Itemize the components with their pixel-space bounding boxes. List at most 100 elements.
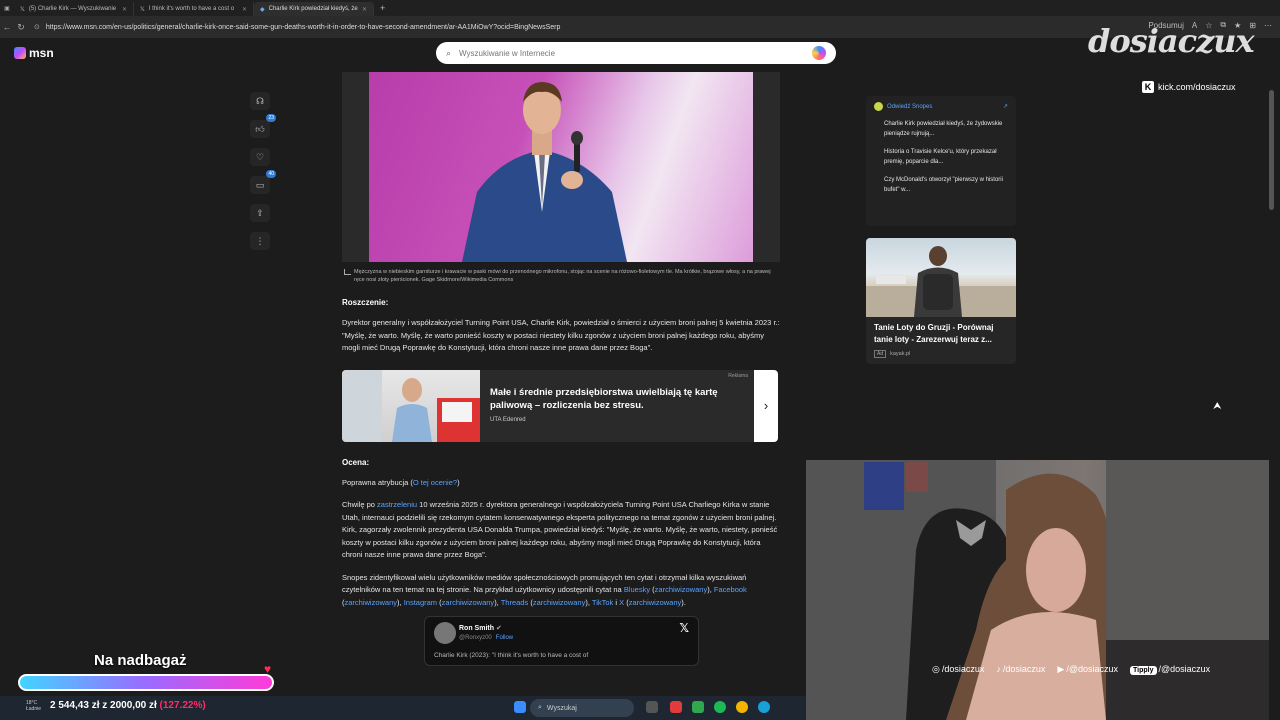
weather-widget[interactable]: 18°C Ładnie: [26, 700, 41, 712]
sidebar-ad-title[interactable]: Tanie Loty do Gruzji - Porównaj tanie lo…: [866, 317, 1016, 346]
tweet-text: Charlie Kirk (2023): "I think it's worth…: [434, 652, 589, 659]
windows-start-icon[interactable]: [514, 701, 526, 713]
close-tab-icon[interactable]: ✕: [242, 6, 247, 13]
page-scrollbar[interactable]: [1269, 90, 1274, 210]
speaker-photo: [462, 82, 627, 262]
sidebar-ad-image: [866, 238, 1016, 317]
shooting-link[interactable]: zastrzeleniu: [377, 500, 417, 509]
snopes-header[interactable]: Odwiedź Snopes ↗: [874, 102, 1008, 111]
like-button[interactable]: 👍︎ 23: [250, 114, 276, 138]
embedded-tweet[interactable]: Ron Smith ✔ @Ronxyz00 Follow 𝕏 Charlie Ki…: [424, 616, 699, 666]
ad-label: Reklama: [728, 372, 748, 379]
verified-icon: ✔: [495, 625, 502, 632]
search-input[interactable]: [459, 48, 804, 58]
instagram-social: ◎/dosiaczux: [932, 664, 984, 675]
kick-logo-icon: K: [1142, 81, 1154, 93]
ad-badge: Ad: [874, 350, 887, 358]
archived-link[interactable]: zarchiwizowany: [629, 598, 682, 607]
about-rating-link[interactable]: O tej ocenie?: [413, 478, 457, 487]
chrome-icon[interactable]: [736, 701, 748, 713]
article-action-rail: ☊ 👍︎ 23 ♡ ▭ 40 ⇪ ⋮: [250, 92, 276, 250]
msn-logo-text: msn: [29, 46, 54, 60]
instagram-handle: /dosiaczux: [941, 664, 985, 674]
site-info-icon[interactable]: ⊙: [34, 23, 40, 31]
tab-charlie-kirk-search[interactable]: 𝕏 (5) Charlie Kirk — Wyszukiwanie ✕: [14, 2, 134, 16]
close-tab-icon[interactable]: ✕: [362, 6, 367, 13]
tiktok-handle: /dosiaczux: [1002, 664, 1046, 674]
bluesky-link[interactable]: Bluesky: [624, 585, 650, 594]
app-icon[interactable]: [670, 701, 682, 713]
archived-link[interactable]: zarchiwizowany: [655, 585, 708, 594]
instagram-link[interactable]: Instagram: [404, 598, 437, 607]
spotify-icon[interactable]: [714, 701, 726, 713]
ad-photo: [342, 369, 480, 442]
kick-channel: Kkick.com/dosiaczux: [1142, 81, 1236, 93]
archived-link[interactable]: zarchiwizowany: [442, 598, 495, 607]
related-story[interactable]: Czy McDonald's otworzył "pierwszy w hist…: [884, 175, 1008, 195]
close-tab-icon[interactable]: ✕: [122, 6, 127, 13]
inline-ad[interactable]: Małe i średnie przedsiębiorstwa uwielbia…: [342, 369, 778, 442]
webcam-feed: [806, 460, 1269, 720]
chevron-right-icon: ›: [763, 398, 769, 413]
tiktok-link[interactable]: TikTok: [592, 598, 613, 607]
goal-amount-text: 2 544,43 zł z 2000,00 zł: [50, 700, 157, 711]
related-story[interactable]: Historia o Travisie Kelce'u, który przek…: [884, 147, 1008, 167]
related-story[interactable]: Charlie Kirk powiedział kiedyś, że żydow…: [884, 119, 1008, 139]
back-arrow-icon[interactable]: ←: [0, 22, 14, 32]
msn-logo-icon: ◆: [260, 6, 265, 13]
refresh-icon[interactable]: ↻: [14, 22, 28, 33]
weather-desc: Ładnie: [26, 706, 42, 712]
ad-next-button[interactable]: ›: [754, 369, 778, 442]
tiktok-social: ♪/dosiaczux: [996, 664, 1045, 675]
tab-msn-article[interactable]: ◆ Charlie Kirk powiedział kiedyś, że ✕: [254, 2, 374, 16]
settings-more-icon[interactable]: ⋯: [1264, 21, 1272, 30]
ad-title[interactable]: Małe i średnie przedsiębiorstwa uwielbia…: [490, 386, 744, 412]
msn-logo[interactable]: msn: [14, 46, 54, 60]
share-icon: ⇪: [256, 207, 264, 218]
tab-label: I think it's worth to have a cost o: [148, 6, 235, 12]
tweet-author: Ron Smith ✔: [459, 624, 502, 632]
app-icon[interactable]: [692, 701, 704, 713]
mouse-cursor-icon: ⮝: [1213, 401, 1222, 412]
sidebar-ad-source: Ad kayak.pl: [866, 346, 1016, 362]
instagram-icon: ◎: [932, 664, 940, 674]
follow-link[interactable]: Follow: [496, 635, 513, 641]
taskbar-search[interactable]: ⌕ Wyszukaj: [530, 699, 634, 717]
threads-link[interactable]: Threads: [501, 598, 529, 607]
url-field[interactable]: https://www.msn.com/en-us/politics/gener…: [46, 24, 561, 31]
donation-goal-title: Na nadbagaż: [94, 652, 187, 669]
tab-actions-icon[interactable]: ▣: [0, 5, 14, 12]
thumbs-down-icon: ♡: [255, 151, 265, 162]
edge-icon[interactable]: [758, 701, 770, 713]
browser-tab-bar: ▣ 𝕏 (5) Charlie Kirk — Wyszukiwanie ✕ 𝕏 …: [0, 0, 1280, 16]
tab-label: Charlie Kirk powiedział kiedyś, że: [268, 6, 358, 12]
sidebar-ad[interactable]: Tanie Loty do Gruzji - Porównaj tanie lo…: [866, 238, 1016, 364]
donation-goal-amount: 2 544,43 zł z 2000,00 zł (127.22%): [50, 700, 206, 711]
rating-heading: Ocena:: [342, 457, 370, 467]
dislike-button[interactable]: ♡: [250, 148, 270, 166]
snopes-logo-icon: [874, 102, 883, 111]
claim-heading: Roszczenie:: [342, 298, 389, 307]
listen-button[interactable]: ☊: [250, 92, 270, 110]
archived-link[interactable]: zarchiwizowany: [533, 598, 586, 607]
archived-link[interactable]: zarchiwizowany: [345, 598, 398, 607]
visit-snopes-link[interactable]: Odwiedź Snopes: [887, 104, 932, 110]
comments-button[interactable]: ▭ 40: [250, 170, 276, 194]
more-options-button[interactable]: ⋮: [250, 232, 270, 250]
x-logo-icon[interactable]: 𝕏: [679, 621, 689, 635]
share-button[interactable]: ⇪: [250, 204, 270, 222]
tab-tweet[interactable]: 𝕏 I think it's worth to have a cost o ✕: [134, 2, 254, 16]
tipply-social: Tipply/@dosiaczux: [1130, 664, 1210, 675]
facebook-link[interactable]: Facebook: [714, 585, 747, 594]
comment-icon: ▭: [255, 179, 265, 190]
x-link[interactable]: X: [619, 598, 624, 607]
task-view-icon[interactable]: [646, 701, 658, 713]
new-tab-button[interactable]: +: [380, 3, 385, 13]
thumbs-up-icon: 👍︎: [255, 123, 265, 134]
web-search-box[interactable]: ⌕: [436, 42, 836, 64]
external-link-icon[interactable]: ↗: [1003, 103, 1008, 110]
heart-icon: ♥: [264, 662, 272, 676]
copilot-icon[interactable]: [812, 46, 826, 60]
search-icon: ⌕: [538, 704, 542, 711]
avatar: [434, 622, 456, 644]
